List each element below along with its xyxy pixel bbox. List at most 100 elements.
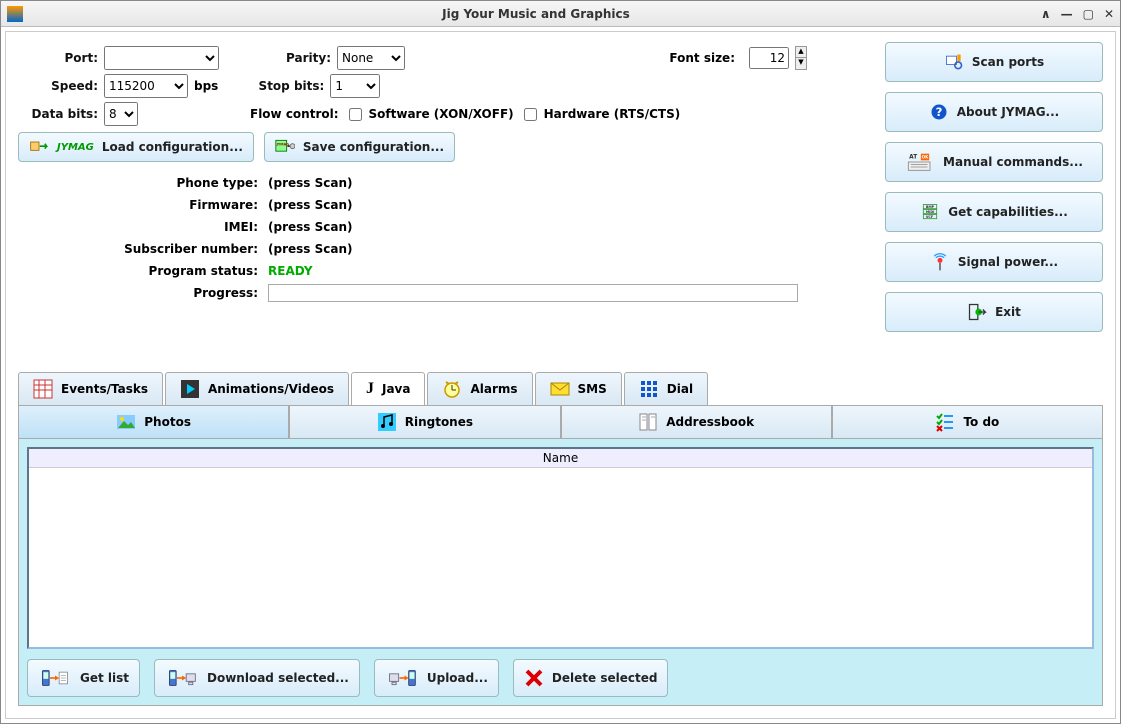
svg-text:MIDI: MIDI	[926, 210, 935, 214]
svg-text:OK: OK	[922, 155, 930, 160]
app-window: Jig Your Music and Graphics ∧ — ▢ ✕ Port…	[0, 0, 1121, 724]
tab-sms[interactable]: SMS	[535, 372, 622, 405]
font-size-input[interactable]	[749, 47, 789, 69]
manual-commands-button[interactable]: ATOK Manual commands...	[885, 142, 1103, 182]
music-icon	[377, 412, 397, 432]
phone-type-value: (press Scan)	[268, 176, 352, 190]
delete-selected-button[interactable]: Delete selected	[513, 659, 669, 697]
settings-area: Port: Parity: None Font size: ▲▼ Speed: …	[18, 42, 873, 332]
save-config-icon: JYMAG	[275, 137, 295, 157]
flow-software-checkbox[interactable]: Software (XON/XOFF)	[345, 105, 514, 124]
tab-photos[interactable]: Photos	[18, 405, 289, 438]
port-select[interactable]	[104, 46, 219, 70]
antenna-icon	[930, 252, 950, 272]
databits-label: Data bits:	[18, 107, 98, 121]
signal-power-button[interactable]: Signal power...	[885, 242, 1103, 282]
parity-label: Parity:	[271, 51, 331, 65]
load-configuration-button[interactable]: JYMAG Load configuration...	[18, 132, 254, 162]
checklist-icon	[935, 412, 955, 432]
flowcontrol-label: Flow control:	[250, 107, 339, 121]
status-label: Program status:	[18, 264, 268, 278]
firmware-value: (press Scan)	[268, 198, 352, 212]
tab-panel: Name Get list Download selected... Uploa…	[18, 438, 1103, 706]
table-body[interactable]	[29, 468, 1092, 647]
envelope-icon	[550, 379, 570, 399]
tab-row-top: Events/Tasks Animations/Videos JJava Ala…	[18, 372, 1103, 405]
stopbits-label: Stop bits:	[246, 79, 324, 93]
tab-alarms[interactable]: Alarms	[427, 372, 532, 405]
keyboard-icon: AT OK	[905, 152, 935, 172]
tab-ringtones[interactable]: Ringtones	[289, 405, 560, 438]
window-title: Jig Your Music and Graphics	[31, 7, 1041, 21]
upload-button[interactable]: Upload...	[374, 659, 499, 697]
svg-text:JYMAG: JYMAG	[276, 142, 290, 146]
window-close-icon[interactable]: ✕	[1104, 7, 1114, 21]
capabilities-icon: BMPMIDIVCF	[920, 202, 940, 222]
subscriber-label: Subscriber number:	[18, 242, 268, 256]
firmware-label: Firmware:	[18, 198, 268, 212]
column-name[interactable]: Name	[29, 449, 1092, 468]
scan-icon	[944, 52, 964, 72]
main-content: Port: Parity: None Font size: ▲▼ Speed: …	[5, 31, 1116, 719]
film-icon	[180, 379, 200, 399]
svg-text:AT: AT	[909, 155, 917, 161]
tab-dial[interactable]: Dial	[624, 372, 708, 405]
parity-select[interactable]: None	[337, 46, 405, 70]
databits-select[interactable]: 8	[104, 102, 138, 126]
tab-events[interactable]: Events/Tasks	[18, 372, 163, 405]
tabs-area: Events/Tasks Animations/Videos JJava Ala…	[18, 372, 1103, 706]
app-icon	[7, 6, 23, 22]
progress-bar	[268, 284, 798, 302]
speed-label: Speed:	[18, 79, 98, 93]
svg-text:BMP: BMP	[926, 205, 935, 209]
java-icon: J	[366, 380, 374, 398]
tab-java[interactable]: JJava	[351, 372, 425, 405]
upload-icon	[385, 668, 419, 688]
info-area: Phone type:(press Scan) Firmware:(press …	[18, 172, 873, 304]
phone-type-label: Phone type:	[18, 176, 268, 190]
window-up-icon[interactable]: ∧	[1041, 7, 1051, 21]
svg-text:VCF: VCF	[926, 215, 933, 219]
scan-ports-button[interactable]: Scan ports	[885, 42, 1103, 82]
get-list-icon	[38, 668, 72, 688]
svg-text:?: ?	[935, 105, 942, 119]
window-minimize-icon[interactable]: —	[1061, 7, 1073, 21]
question-icon: ?	[929, 102, 949, 122]
keypad-icon	[639, 379, 659, 399]
exit-button[interactable]: Exit	[885, 292, 1103, 332]
speed-unit: bps	[194, 79, 218, 93]
subscriber-value: (press Scan)	[268, 242, 352, 256]
titlebar: Jig Your Music and Graphics ∧ — ▢ ✕	[1, 1, 1120, 27]
imei-value: (press Scan)	[268, 220, 352, 234]
tab-row-bottom: Photos Ringtones Addressbook To do	[18, 405, 1103, 438]
clock-icon	[442, 379, 462, 399]
download-icon	[165, 668, 199, 688]
about-button[interactable]: ? About JYMAG...	[885, 92, 1103, 132]
tab-todo[interactable]: To do	[832, 405, 1103, 438]
progress-label: Progress:	[18, 286, 268, 300]
get-list-button[interactable]: Get list	[27, 659, 140, 697]
calendar-icon	[33, 379, 53, 399]
font-size-spinner[interactable]: ▲▼	[795, 46, 807, 70]
flow-hardware-checkbox[interactable]: Hardware (RTS/CTS)	[520, 105, 681, 124]
exit-icon	[967, 302, 987, 322]
side-buttons: Scan ports ? About JYMAG... ATOK Manual …	[873, 42, 1103, 332]
delete-icon	[524, 668, 544, 688]
window-maximize-icon[interactable]: ▢	[1083, 7, 1094, 21]
photo-icon	[116, 412, 136, 432]
download-selected-button[interactable]: Download selected...	[154, 659, 360, 697]
font-size-label: Font size:	[669, 51, 735, 65]
tab-animations[interactable]: Animations/Videos	[165, 372, 349, 405]
imei-label: IMEI:	[18, 220, 268, 234]
port-label: Port:	[18, 51, 98, 65]
action-row: Get list Download selected... Upload... …	[27, 659, 1094, 697]
status-value: READY	[268, 264, 313, 278]
load-config-icon	[29, 137, 49, 157]
speed-select[interactable]: 115200	[104, 74, 188, 98]
file-table[interactable]: Name	[27, 447, 1094, 649]
get-capabilities-button[interactable]: BMPMIDIVCF Get capabilities...	[885, 192, 1103, 232]
tab-addressbook[interactable]: Addressbook	[561, 405, 832, 438]
save-configuration-button[interactable]: JYMAG Save configuration...	[264, 132, 455, 162]
stopbits-select[interactable]: 1	[330, 74, 380, 98]
book-icon	[638, 412, 658, 432]
